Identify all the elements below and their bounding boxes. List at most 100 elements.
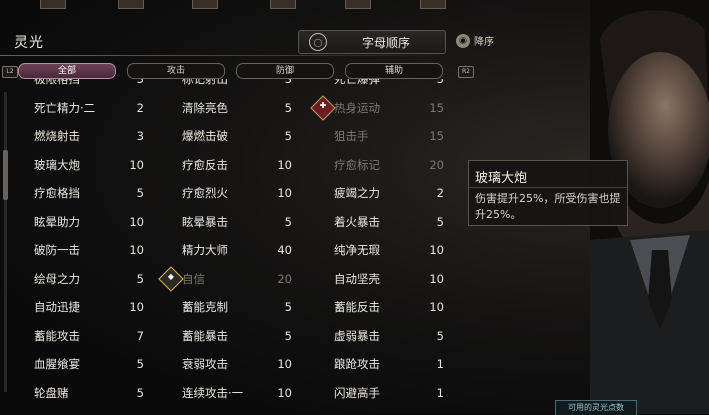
perk-item[interactable]: 轮盘赌 5 xyxy=(16,381,146,405)
perk-cost: 10 xyxy=(277,157,292,172)
perk-name: 蓄能暴击 xyxy=(182,328,228,343)
perk-cost: 20 xyxy=(277,271,292,286)
perk-name: 纯净无瑕 xyxy=(334,243,380,257)
tooltip-description: 伤害提升25%，所受伤害也提升25%。 xyxy=(475,192,621,221)
perk-cost: 5 xyxy=(136,271,144,286)
tooltip-divider xyxy=(469,187,627,188)
sort-order-toggle[interactable]: ◉ 降序 xyxy=(456,33,494,48)
perk-name: 狙击手 xyxy=(334,129,369,143)
top-slot-icon[interactable] xyxy=(420,0,446,9)
perk-item[interactable]: 燃烧射击 3 xyxy=(16,124,146,148)
perk-item[interactable]: 蓄能克制 5 xyxy=(164,295,294,319)
perk-name: 疲竭之力 xyxy=(334,186,380,200)
perk-item[interactable]: 狙击手 15 xyxy=(316,124,446,148)
perk-item[interactable]: 眩晕助力 10 xyxy=(16,210,146,234)
perk-cost: 5 xyxy=(284,300,292,314)
perk-item[interactable]: 自动迅捷 10 xyxy=(16,295,146,319)
perk-name: 热身运动 xyxy=(334,100,380,115)
perk-item[interactable]: 疗愈标记 20 xyxy=(316,153,446,177)
perk-name: 衰弱攻击 xyxy=(182,357,228,371)
perk-cost: 2 xyxy=(436,186,444,200)
perk-cost: 40 xyxy=(277,243,292,257)
perk-item[interactable]: 精力大师 40 xyxy=(164,238,294,262)
perk-item[interactable]: 血腥飨宴 5 xyxy=(16,352,146,376)
controller-button-icon: ◯ xyxy=(309,33,327,51)
top-slot-icon[interactable] xyxy=(345,0,371,9)
perk-cost: 5 xyxy=(284,214,292,229)
top-slot-icon[interactable] xyxy=(40,0,66,9)
perk-row: 绘母之力 5 ◆ 自信 20 自动坚壳 10 xyxy=(16,265,446,295)
perk-row: 极限格挡 3 标记射出 3 死亡爆弹 5 xyxy=(16,79,446,95)
sort-order-label: 降序 xyxy=(474,37,494,48)
perk-grid: 极限格挡 3 标记射出 3 死亡爆弹 5 死亡精力·二 2 清除亮色 5 ✚ 热身运动 15 燃烧射击 3 爆… xyxy=(16,79,446,414)
perk-item[interactable]: 极限格挡 3 xyxy=(16,79,146,91)
sort-dropdown[interactable]: ◯ 字母顺序 xyxy=(298,30,446,54)
badge-glyph-icon: ◆ xyxy=(167,271,175,281)
tab-defense[interactable]: 防御 xyxy=(236,63,334,79)
perk-name: 着火暴击 xyxy=(334,214,380,229)
perk-name: 自动坚壳 xyxy=(334,271,380,286)
perk-item[interactable]: 踉跄攻击 1 xyxy=(316,352,446,376)
perk-cost: 1 xyxy=(436,357,444,371)
scrollbar-track[interactable] xyxy=(4,92,7,392)
perk-item[interactable]: 衰弱攻击 10 xyxy=(164,352,294,376)
perk-item[interactable]: 标记射出 3 xyxy=(164,79,294,91)
perk-item[interactable]: 蓄能暴击 5 xyxy=(164,324,294,348)
perk-item[interactable]: 破防一击 10 xyxy=(16,238,146,262)
perk-name: 闪避高手 xyxy=(334,385,380,400)
perk-item[interactable]: 纯净无瑕 10 xyxy=(316,238,446,262)
sort-label: 字母顺序 xyxy=(361,35,410,50)
perk-item[interactable]: 死亡精力·二 2 xyxy=(16,96,146,120)
perk-cost: 5 xyxy=(436,79,444,86)
perk-cost: 5 xyxy=(436,328,444,343)
tab-all[interactable]: 全部 xyxy=(18,63,116,79)
perk-item[interactable]: 疲竭之力 2 xyxy=(316,181,446,205)
top-slot-icon[interactable] xyxy=(192,0,218,9)
perk-item[interactable]: 连续攻击·一 10 xyxy=(164,381,294,405)
scrollbar-thumb[interactable] xyxy=(3,150,8,200)
top-slot-icon[interactable] xyxy=(270,0,296,9)
tab-support[interactable]: 辅助 xyxy=(345,63,443,79)
perk-name: 死亡爆弹 xyxy=(334,79,380,86)
perk-item[interactable]: 清除亮色 5 xyxy=(164,96,294,120)
perk-cost: 15 xyxy=(429,129,444,143)
perk-item[interactable]: 蓄能反击 10 xyxy=(316,295,446,319)
perk-cost: 5 xyxy=(284,100,292,115)
perk-item[interactable]: 眩晕暴击 5 xyxy=(164,210,294,234)
tab-attack[interactable]: 攻击 xyxy=(127,63,225,79)
perk-item[interactable]: 死亡爆弹 5 xyxy=(316,79,446,91)
perk-row: 破防一击 10 精力大师 40 纯净无瑕 10 xyxy=(16,238,446,266)
perk-cost: 5 xyxy=(136,357,144,371)
perk-cost: 10 xyxy=(429,271,444,286)
top-slot-icon[interactable] xyxy=(118,0,144,9)
perk-item[interactable]: 虚弱暴击 5 xyxy=(316,324,446,348)
perk-item[interactable]: 闪避高手 1 xyxy=(316,381,446,405)
perk-item[interactable]: 爆燃击破 5 xyxy=(164,124,294,148)
perk-name: 自动迅捷 xyxy=(34,300,80,314)
perk-item[interactable]: 蓄能攻击 7 xyxy=(16,324,146,348)
perk-item[interactable]: ◆ 自信 20 xyxy=(158,265,294,292)
perk-name: 精力大师 xyxy=(182,243,228,257)
perk-name: 眩晕暴击 xyxy=(182,214,228,229)
perk-name: 蓄能攻击 xyxy=(34,328,80,343)
top-icon-strip xyxy=(0,0,480,16)
perk-cost: 3 xyxy=(136,129,144,143)
perk-item[interactable]: ✚ 热身运动 15 xyxy=(310,94,446,121)
perk-item[interactable]: 绘母之力 5 xyxy=(16,267,146,291)
perk-name: 疗愈格挡 xyxy=(34,186,80,200)
perk-name: 眩晕助力 xyxy=(34,214,80,229)
r2-key-icon[interactable]: R2 xyxy=(458,66,474,78)
l2-key-icon[interactable]: L2 xyxy=(2,66,18,78)
perk-row: 自动迅捷 10 蓄能克制 5 蓄能反击 10 xyxy=(16,295,446,323)
perk-cost: 10 xyxy=(277,385,292,400)
perk-name: 血腥飨宴 xyxy=(34,357,80,371)
perk-item[interactable]: 疗愈格挡 5 xyxy=(16,181,146,205)
perk-name: 燃烧射击 xyxy=(34,129,80,143)
perk-item[interactable]: 疗愈烈火 10 xyxy=(164,181,294,205)
perk-cost: 5 xyxy=(136,385,144,400)
perk-item[interactable]: 玻璃大炮 10 xyxy=(16,153,146,177)
perk-item[interactable]: 着火暴击 5 xyxy=(316,210,446,234)
controller-stick-icon: ◉ xyxy=(456,33,470,48)
perk-item[interactable]: 疗愈反击 10 xyxy=(164,153,294,177)
perk-item[interactable]: 自动坚壳 10 xyxy=(316,267,446,291)
